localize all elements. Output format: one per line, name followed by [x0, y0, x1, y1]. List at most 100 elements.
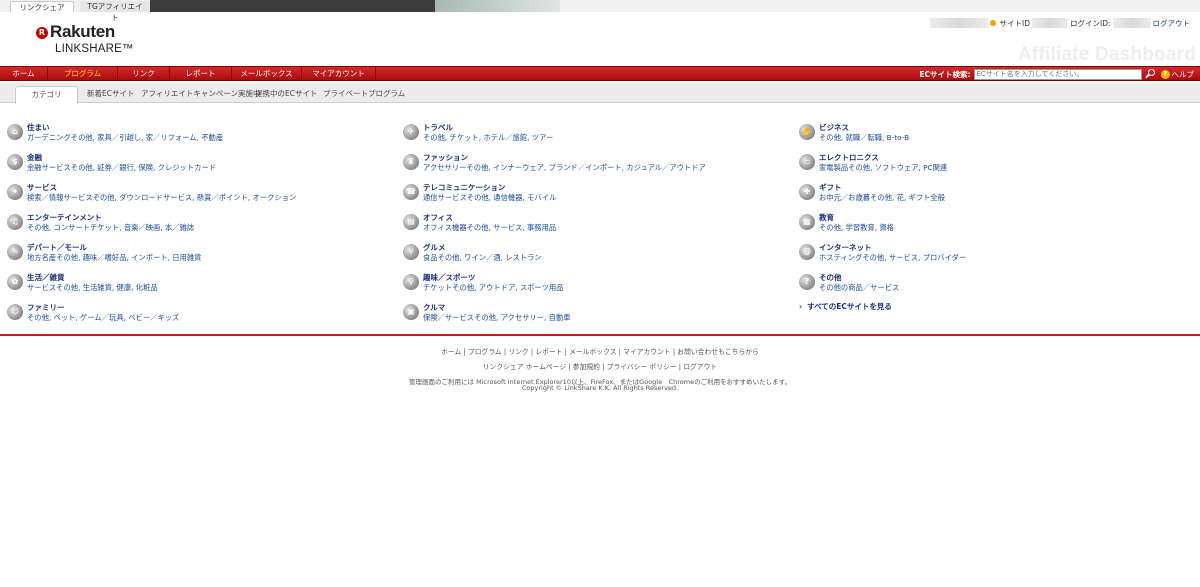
- internet-icon: @: [799, 244, 815, 260]
- category-title[interactable]: ギフト: [819, 182, 842, 193]
- nav-link[interactable]: リンク: [118, 67, 170, 80]
- category-title[interactable]: 生活／雑貨: [27, 272, 65, 283]
- tab-linkshare[interactable]: リンクシェア: [10, 1, 74, 12]
- category-title[interactable]: テレコミュニケーション: [423, 182, 505, 193]
- sub-nav: カテゴリ 新着ECサイト アフィリエイトキャンペーン実施中 提携中のECサイト …: [0, 83, 1200, 104]
- lifestyle-icon: ✿: [7, 274, 23, 290]
- category-title[interactable]: その他: [819, 272, 842, 283]
- nav-program[interactable]: プログラム: [48, 67, 118, 80]
- search-icon[interactable]: [1144, 68, 1156, 80]
- category-desc[interactable]: 家電製品その他, ソフトウェア, PC関連: [819, 163, 947, 173]
- category-title[interactable]: インターネット: [819, 242, 872, 253]
- help-link[interactable]: ヘルプ: [1172, 69, 1195, 80]
- category-title[interactable]: エレクトロニクス: [819, 152, 879, 163]
- category-desc[interactable]: その他, コンサートチケット, 音楽／映画, 本／雑誌: [27, 223, 194, 233]
- logo-linkshare-text: LINKSHARE™: [55, 43, 134, 55]
- phone-icon: ☎: [403, 184, 419, 200]
- nav-home[interactable]: ホーム: [0, 67, 48, 80]
- category-desc[interactable]: サービスその他, 生活雑貨, 健康, 化粧品: [27, 283, 158, 293]
- rakuten-r-icon: R: [36, 27, 48, 39]
- car-icon: ▣: [403, 304, 419, 320]
- category-title[interactable]: サービス: [27, 182, 57, 193]
- category-title[interactable]: トラベル: [423, 122, 453, 133]
- category-title[interactable]: 金融: [27, 152, 42, 163]
- home-icon: ⌂: [7, 124, 23, 140]
- category-title[interactable]: ファッション: [423, 152, 468, 163]
- tab-affiliate-campaigns[interactable]: アフィリエイトキャンペーン実施中: [141, 86, 260, 102]
- redacted-site-id: [1031, 18, 1068, 28]
- monitor-icon: ▭: [799, 154, 815, 170]
- question-icon: ?: [799, 274, 815, 290]
- tab-partnered-ec-sites[interactable]: 提携中のECサイト: [255, 86, 317, 102]
- handshake-icon: ✋: [799, 124, 815, 140]
- site-id-label: サイトID: [999, 18, 1030, 28]
- category-title[interactable]: ファミリー: [27, 302, 65, 313]
- category-desc[interactable]: アクセサリーその他, インナーウェア, ブランド／インポート, カジュアル／アウ…: [423, 163, 706, 173]
- utensils-icon: ⑂: [403, 244, 419, 260]
- printer-icon: ▤: [403, 214, 419, 230]
- footer-divider: [0, 334, 1200, 336]
- nav-mailbox[interactable]: メールボックス: [232, 67, 302, 80]
- category-desc[interactable]: 通信サービスその他, 通信機器, モバイル: [423, 193, 556, 203]
- service-icon: ✦: [7, 184, 23, 200]
- money-icon: $: [7, 154, 23, 170]
- nav-my-account[interactable]: マイアカウント: [302, 67, 376, 80]
- category-title[interactable]: クルマ: [423, 302, 445, 313]
- category-desc[interactable]: 金融サービスその他, 証券／銀行, 保険, クレジットカード: [27, 163, 216, 173]
- category-desc[interactable]: 検索／情報サービスその他, ダウンロードサービス, 懸賞／ポイント, オークショ…: [27, 193, 296, 203]
- category-desc[interactable]: 保険／サービスその他, アクセサリー, 自動車: [423, 313, 571, 323]
- bicycle-icon: ⚲: [403, 274, 419, 290]
- category-desc[interactable]: オフィス機器その他, サービス, 事務用品: [423, 223, 556, 233]
- rakuten-linkshare-logo[interactable]: R Rakuten LINKSHARE™: [36, 22, 156, 58]
- education-icon: ▦: [799, 214, 815, 230]
- category-desc[interactable]: お中元／お歳暮その他, 花, ギフト全般: [819, 193, 945, 203]
- department-store-icon: ✎: [7, 244, 23, 260]
- airplane-icon: ✈: [403, 124, 419, 140]
- footer-nav-links[interactable]: ホーム | プログラム | リンク | レポート | メールボックス | マイア…: [0, 346, 1200, 356]
- logout-link[interactable]: ログアウト: [1153, 18, 1191, 29]
- shirt-icon: ♜: [403, 154, 419, 170]
- entertainment-icon: ♫: [7, 214, 23, 230]
- category-title[interactable]: 趣味／スポーツ: [423, 272, 475, 283]
- category-desc[interactable]: 食品その他, ワイン／酒, レストラン: [423, 253, 542, 263]
- tab-private-programs[interactable]: プライベートプログラム: [323, 86, 405, 102]
- category-title[interactable]: ビジネス: [819, 122, 849, 133]
- top-strip-dark-area: [150, 0, 435, 12]
- affiliate-dashboard-watermark: Affiliate Dashboard: [1018, 44, 1196, 65]
- category-title[interactable]: 教育: [819, 212, 834, 223]
- logo-rakuten-text: Rakuten: [50, 22, 115, 41]
- footer-copyright: Copyright © LinkShare K.K. All Rights Re…: [521, 384, 679, 392]
- chevron-right-icon: ›: [799, 302, 803, 311]
- category-desc[interactable]: その他, 学習教育, 資格: [819, 223, 894, 233]
- category-desc[interactable]: その他, チケット, ホテル／旅館, ツアー: [423, 133, 553, 143]
- category-desc[interactable]: その他, 就職／転職, B-to-B: [819, 133, 909, 143]
- category-desc[interactable]: チケットその他, アウトドア, スポーツ用品: [423, 283, 563, 293]
- family-icon: ☺: [7, 304, 23, 320]
- category-desc[interactable]: ホスティングその他, サービス, プロバイダー: [819, 253, 966, 263]
- tab-new-ec-sites[interactable]: 新着ECサイト: [87, 86, 134, 102]
- category-title[interactable]: グルメ: [423, 242, 446, 253]
- footer-site-links[interactable]: リンクシェア ホームページ | 参加規約 | プライバシー ポリシー | ログア…: [0, 361, 1200, 371]
- ec-site-search: ECサイト検索: ? ヘルプ: [919, 68, 1194, 80]
- help-icon[interactable]: ?: [1160, 69, 1170, 79]
- ec-search-label: ECサイト検索:: [919, 69, 971, 79]
- top-strip: リンクシェア TGアフィリエイト: [0, 0, 1200, 22]
- category-title[interactable]: オフィス: [423, 212, 453, 223]
- info-dot-icon: [990, 20, 997, 26]
- category-desc[interactable]: 地方名産その他, 趣味／嗜好品, インポート, 日用雑貨: [27, 253, 201, 263]
- view-all-ec-sites-link[interactable]: › すべてのECサイトを見る: [799, 301, 892, 312]
- nav-report[interactable]: レポート: [170, 67, 232, 80]
- category-title[interactable]: エンターテインメント: [27, 212, 102, 223]
- redacted-login-id: [1112, 18, 1151, 28]
- category-desc[interactable]: その他, ペット, ゲーム／玩具, ベビー／キッズ: [27, 313, 179, 323]
- ec-search-input[interactable]: [973, 68, 1142, 80]
- tab-category[interactable]: カテゴリ: [15, 86, 78, 104]
- tab-tg-affiliate[interactable]: TGアフィリエイト: [80, 1, 150, 22]
- top-strip-gradient-area: [435, 0, 560, 12]
- category-title[interactable]: 住まい: [27, 122, 50, 133]
- redacted-user-name: [930, 18, 989, 28]
- category-title[interactable]: デパート／モール: [27, 242, 87, 253]
- category-desc[interactable]: その他の商品／サービス: [819, 283, 899, 293]
- category-desc[interactable]: ガーデニングその他, 家具／引越し, 家／リフォーム, 不動産: [27, 133, 223, 143]
- main-nav: ホーム プログラム リンク レポート メールボックス マイアカウント ECサイト…: [0, 66, 1200, 81]
